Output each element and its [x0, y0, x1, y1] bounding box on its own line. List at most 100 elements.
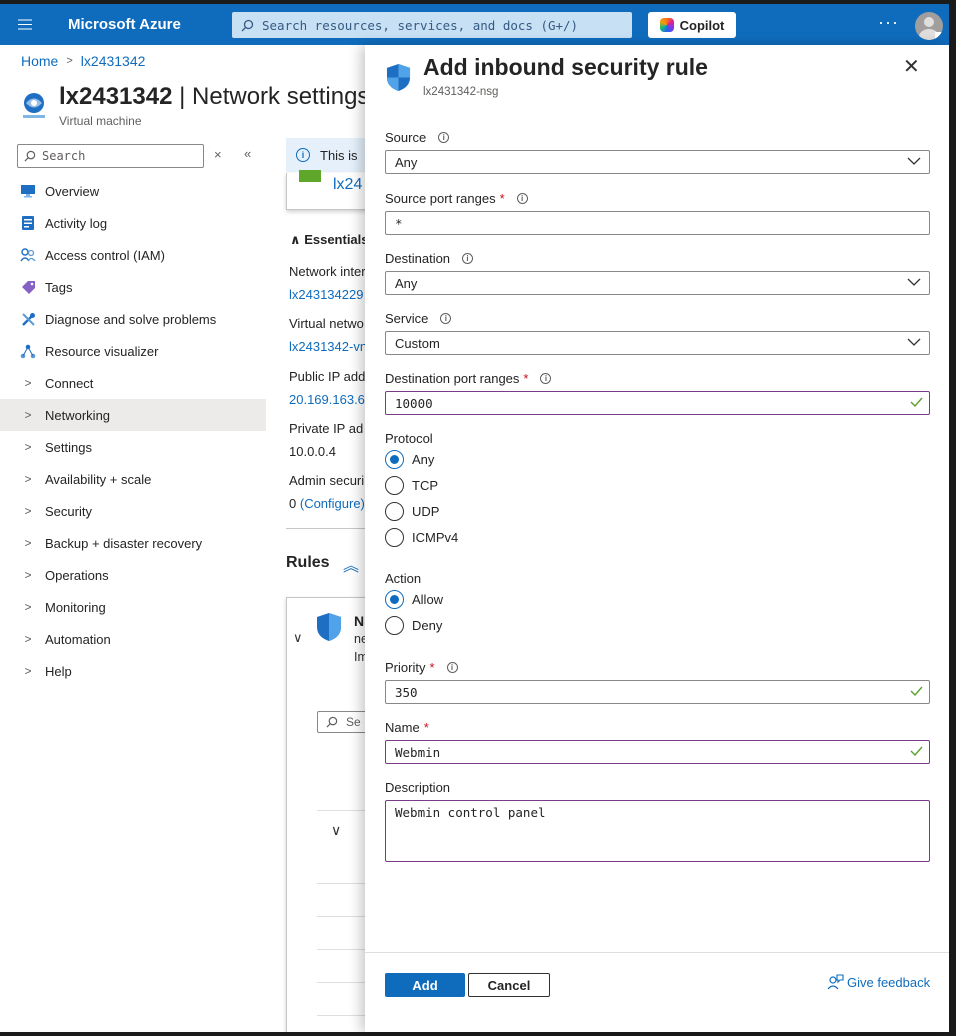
sidebar-item-label: Automation	[45, 631, 111, 647]
sidebar-item-operations[interactable]: > Operations	[0, 559, 266, 591]
info-icon[interactable]: i	[446, 662, 458, 673]
info-icon[interactable]: i	[440, 313, 452, 324]
radio-label: UDP	[412, 504, 440, 519]
field-value-link[interactable]: 20.169.163.6	[289, 392, 365, 407]
essentials-toggle[interactable]: ∧ Essentials	[290, 232, 369, 248]
cancel-button[interactable]: Cancel	[468, 973, 550, 997]
field-value-link[interactable]: lx243134229	[289, 287, 363, 302]
source-ports-input[interactable]: *	[385, 211, 930, 235]
radio[interactable]	[385, 616, 404, 635]
chevron-down-icon[interactable]: ∨	[331, 822, 341, 839]
action-option-deny[interactable]: Deny	[385, 616, 442, 635]
sidebar-item-label: Tags	[45, 279, 73, 295]
required-mark: *	[429, 660, 435, 675]
field-label-text: Destination port ranges	[385, 371, 520, 386]
sidebar-item-connect[interactable]: > Connect	[0, 367, 266, 399]
field-label-text: Destination	[385, 251, 451, 266]
sidebar-search-input[interactable]: Search	[17, 144, 204, 168]
nic-link[interactable]: lx24	[333, 176, 362, 194]
service-dropdown[interactable]: Custom	[385, 331, 930, 355]
radio-selected[interactable]	[385, 450, 404, 469]
sidebar-item-diagnose[interactable]: Diagnose and solve problems	[0, 303, 266, 335]
priority-input[interactable]: 350	[385, 680, 930, 704]
info-icon[interactable]: i	[462, 253, 474, 264]
radio[interactable]	[385, 476, 404, 495]
global-search-placeholder: Search resources, services, and docs (G+…	[262, 17, 579, 33]
dest-ports-input[interactable]: 10000	[385, 391, 930, 415]
name-input[interactable]: Webmin	[385, 740, 930, 764]
search-icon	[326, 716, 338, 728]
sidebar-item-networking[interactable]: > Networking	[0, 399, 266, 431]
sidebar-item-label: Access control (IAM)	[45, 247, 165, 263]
sidebar-item-label: Security	[45, 503, 92, 519]
sidebar-item-access-control[interactable]: Access control (IAM)	[0, 239, 266, 271]
radio-selected[interactable]	[385, 590, 404, 609]
global-search-input[interactable]: Search resources, services, and docs (G+…	[232, 12, 632, 38]
sidebar-item-tags[interactable]: Tags	[0, 271, 266, 303]
action-option-allow[interactable]: Allow	[385, 590, 443, 609]
rules-search-placeholder: Se	[346, 715, 361, 729]
chevron-down-icon	[907, 278, 921, 286]
sidebar-item-label: Help	[45, 663, 72, 679]
copilot-button[interactable]: Copilot	[648, 12, 736, 38]
protocol-option-icmpv4[interactable]: ICMPv4	[385, 528, 458, 547]
field-label-text: Priority	[385, 660, 426, 675]
field-label: Public IP add	[289, 369, 366, 384]
breadcrumb-home[interactable]: Home	[21, 53, 58, 69]
source-dropdown[interactable]: Any	[385, 150, 930, 174]
configure-link[interactable]: (Configure)	[300, 496, 365, 511]
destination-value: Any	[395, 275, 418, 291]
priority-value: 350	[395, 684, 418, 700]
destination-dropdown[interactable]: Any	[385, 271, 930, 295]
avatar[interactable]	[915, 12, 943, 40]
hamburger-menu-icon[interactable]	[0, 4, 50, 45]
close-icon[interactable]: ✕	[903, 57, 920, 77]
feedback-icon	[827, 974, 844, 990]
collapse-rules-icon[interactable]: ︽	[343, 552, 359, 576]
chevron-right-icon: >	[24, 408, 32, 422]
info-icon[interactable]: i	[438, 132, 450, 143]
dest-ports-label: Destination port ranges * i	[385, 371, 552, 386]
info-icon[interactable]: i	[516, 193, 528, 204]
radio[interactable]	[385, 528, 404, 547]
source-ports-label: Source port ranges * i	[385, 191, 528, 206]
field-value-link[interactable]: lx2431342-vn	[289, 339, 367, 354]
info-icon[interactable]: i	[540, 373, 552, 384]
breadcrumb: Home > lx2431342	[21, 53, 145, 69]
footer-divider	[365, 952, 949, 953]
sidebar-item-activity-log[interactable]: Activity log	[0, 207, 266, 239]
shield-icon	[317, 613, 341, 641]
add-button[interactable]: Add	[385, 973, 465, 997]
sidebar-item-help[interactable]: > Help	[0, 655, 266, 687]
protocol-option-tcp[interactable]: TCP	[385, 476, 438, 495]
field-label: Network inter	[289, 264, 366, 279]
sidebar-item-backup[interactable]: > Backup + disaster recovery	[0, 527, 266, 559]
name-label: Name *	[385, 720, 429, 735]
breadcrumb-resource[interactable]: lx2431342	[81, 53, 146, 69]
chevron-down-icon[interactable]: ∨	[293, 630, 303, 646]
sidebar-item-settings[interactable]: > Settings	[0, 431, 266, 463]
protocol-option-any[interactable]: Any	[385, 450, 434, 469]
clear-search-icon[interactable]: ×	[214, 147, 222, 162]
essentials-label: Essentials	[304, 232, 369, 247]
chevron-up-icon: ∧	[290, 232, 301, 247]
give-feedback-link[interactable]: Give feedback	[827, 974, 930, 990]
radio[interactable]	[385, 502, 404, 521]
collapse-sidebar-icon[interactable]: «	[244, 146, 251, 161]
panel-title: Add inbound security rule	[423, 54, 708, 80]
sidebar-item-monitoring[interactable]: > Monitoring	[0, 591, 266, 623]
sidebar-item-label: Activity log	[45, 215, 108, 231]
field-label: Virtual netwo	[289, 316, 364, 331]
sidebar-item-availability[interactable]: > Availability + scale	[0, 463, 266, 495]
sidebar-item-resource-visualizer[interactable]: Resource visualizer	[0, 335, 266, 367]
brand-title[interactable]: Microsoft Azure	[68, 16, 232, 33]
sidebar-item-automation[interactable]: > Automation	[0, 623, 266, 655]
description-textarea[interactable]: Webmin control panel	[385, 800, 930, 862]
sidebar-item-overview[interactable]: Overview	[0, 175, 266, 207]
chevron-right-icon: >	[66, 55, 73, 67]
protocol-option-udp[interactable]: UDP	[385, 502, 439, 521]
service-label: Service i	[385, 311, 452, 326]
more-options-icon[interactable]: ···	[878, 12, 899, 33]
sidebar-item-security[interactable]: > Security	[0, 495, 266, 527]
sidebar-item-label: Connect	[45, 375, 94, 391]
